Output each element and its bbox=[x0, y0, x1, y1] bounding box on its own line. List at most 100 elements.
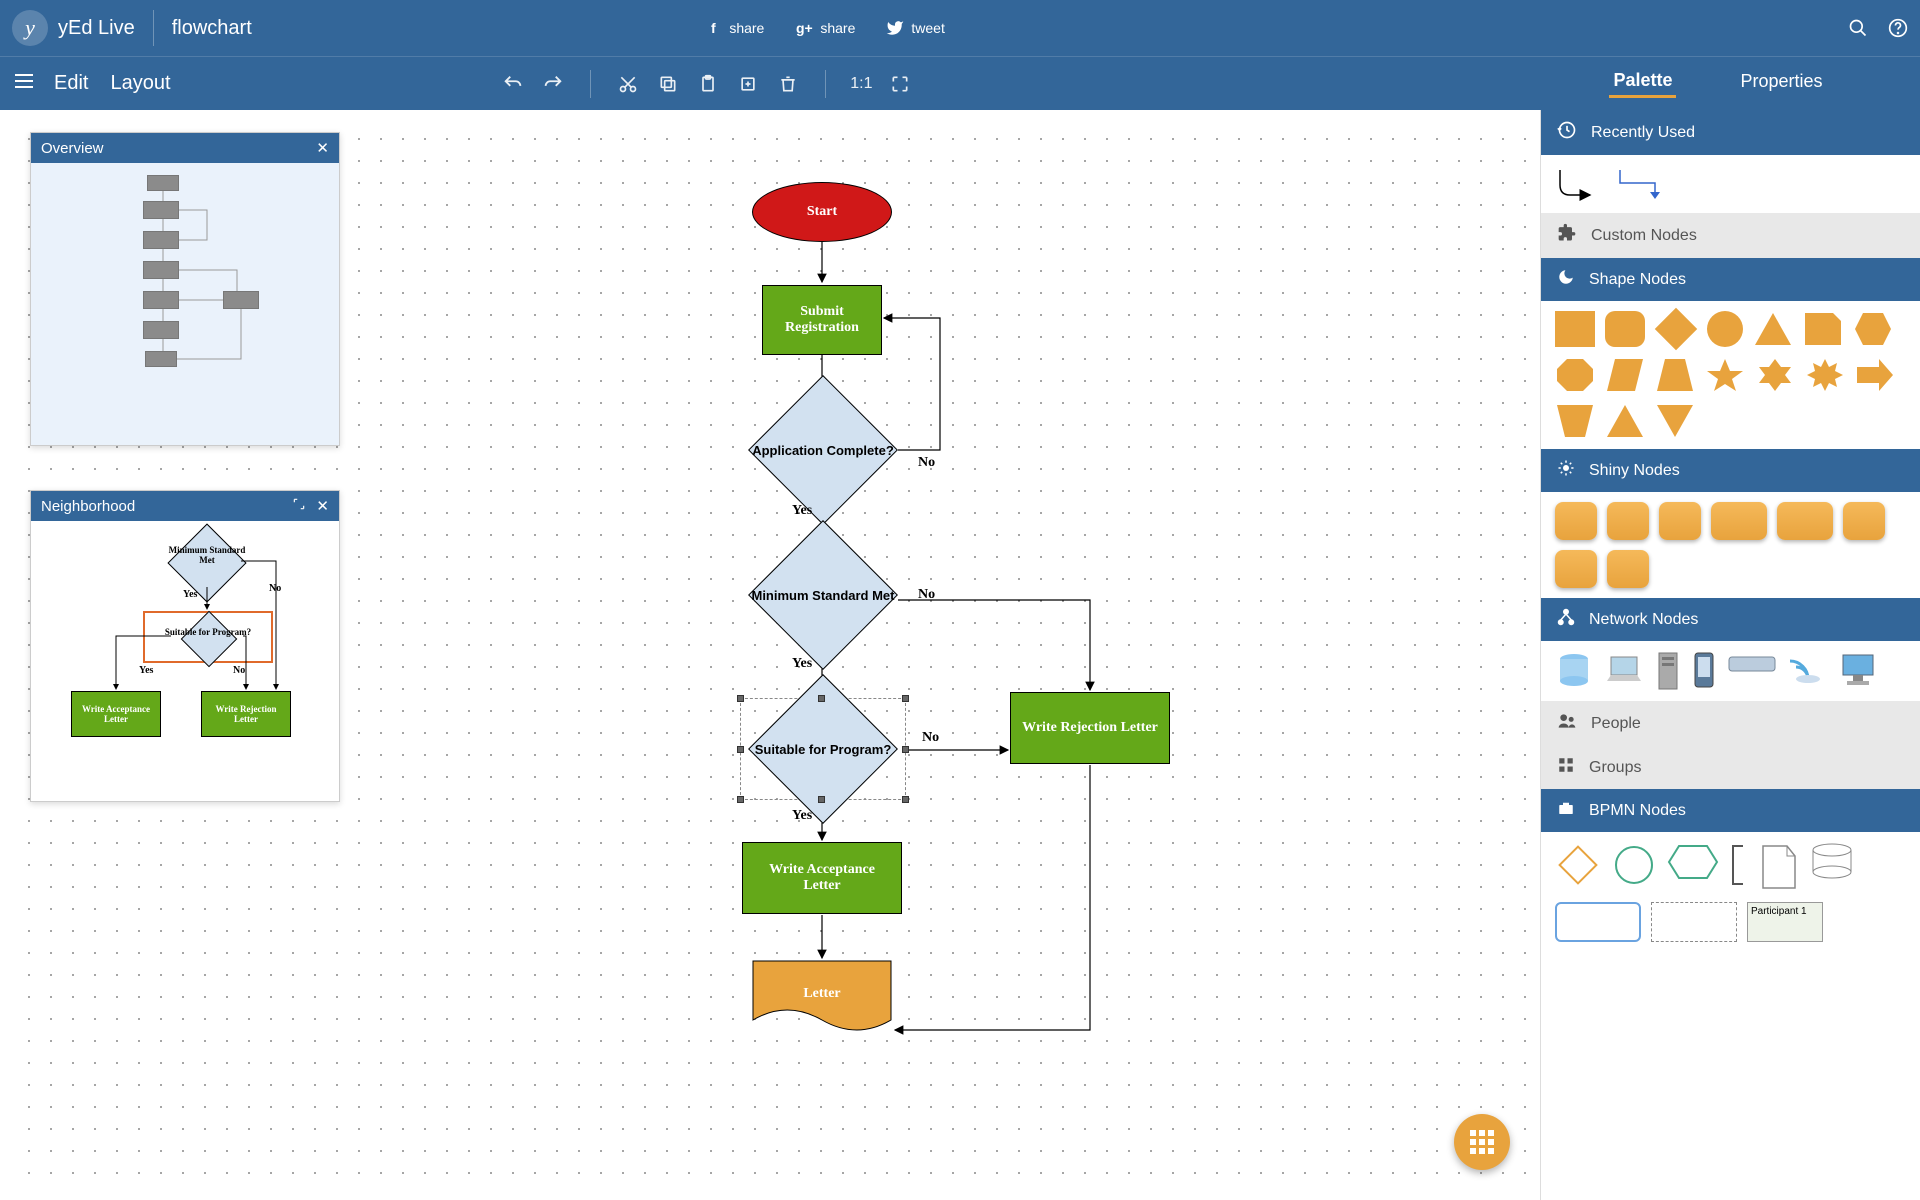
shape-triangle[interactable] bbox=[1753, 311, 1793, 347]
bpmn-datastore-icon[interactable] bbox=[1809, 842, 1855, 882]
neighborhood-body[interactable]: Minimum Standard Met Suitable for Progra… bbox=[31, 521, 339, 801]
shape-invtriangle[interactable] bbox=[1655, 403, 1695, 439]
shape-star8[interactable] bbox=[1805, 357, 1845, 393]
node-decision-complete[interactable]: Application Complete? bbox=[748, 405, 898, 495]
neighborhood-header[interactable]: Neighborhood ✕ bbox=[31, 491, 339, 521]
fullscreen-button[interactable] bbox=[887, 71, 913, 97]
shape-hexagon[interactable] bbox=[1853, 311, 1893, 347]
section-custom-nodes[interactable]: Custom Nodes bbox=[1541, 213, 1920, 258]
share-twitter-button[interactable]: tweet bbox=[885, 18, 944, 38]
edge-ortho-icon[interactable] bbox=[1615, 165, 1665, 203]
shape-triangle2[interactable] bbox=[1605, 403, 1645, 439]
menu-layout[interactable]: Layout bbox=[110, 72, 170, 95]
bpmn-gateway-icon[interactable] bbox=[1555, 842, 1601, 888]
section-recently-used[interactable]: Recently Used bbox=[1541, 110, 1920, 155]
shiny-3[interactable] bbox=[1659, 502, 1701, 540]
shiny-8[interactable] bbox=[1607, 550, 1649, 588]
menu-edit[interactable]: Edit bbox=[54, 72, 88, 95]
shape-octagon[interactable] bbox=[1555, 357, 1595, 393]
bpmn-participant-icon[interactable]: Participant 1 bbox=[1747, 902, 1823, 942]
shape-label[interactable] bbox=[1803, 311, 1843, 347]
shape-roundrect[interactable] bbox=[1605, 311, 1645, 347]
shape-trapezoid2[interactable] bbox=[1555, 403, 1595, 439]
label-yes-1: Yes bbox=[792, 503, 812, 519]
node-decision-suitable-selected[interactable]: Suitable for Program? bbox=[740, 698, 906, 800]
network-pc-icon[interactable] bbox=[1839, 651, 1877, 691]
label-no-1: No bbox=[918, 455, 935, 471]
shape-trapezoid[interactable] bbox=[1655, 357, 1695, 393]
network-wifi-icon[interactable] bbox=[1787, 651, 1829, 685]
shiny-4[interactable] bbox=[1711, 502, 1767, 540]
expand-icon[interactable] bbox=[292, 497, 306, 515]
duplicate-button[interactable] bbox=[735, 71, 761, 97]
close-icon[interactable]: ✕ bbox=[316, 139, 329, 157]
network-switch-icon[interactable] bbox=[1727, 651, 1777, 677]
file-name[interactable]: flowchart bbox=[154, 17, 252, 40]
network-server-icon[interactable] bbox=[1655, 651, 1681, 691]
bpmn-nodes-body[interactable]: Participant 1 bbox=[1541, 832, 1920, 952]
palette-sidebar: Recently Used Custom Nodes Shape Nodes bbox=[1540, 110, 1920, 1200]
network-laptop-icon[interactable] bbox=[1603, 651, 1645, 689]
node-start[interactable]: Start bbox=[752, 182, 892, 242]
node-accept[interactable]: Write Acceptance Letter bbox=[742, 842, 902, 914]
shape-rect[interactable] bbox=[1555, 311, 1595, 347]
close-icon[interactable]: ✕ bbox=[316, 497, 329, 515]
share-facebook-button[interactable]: fshare bbox=[703, 18, 764, 38]
shape-nodes-body[interactable] bbox=[1541, 301, 1920, 449]
canvas[interactable]: Overview ✕ bbox=[0, 110, 1540, 1200]
paste-button[interactable] bbox=[695, 71, 721, 97]
section-network-nodes[interactable]: Network Nodes bbox=[1541, 598, 1920, 641]
section-people[interactable]: People bbox=[1541, 701, 1920, 746]
shiny-nodes-body[interactable] bbox=[1541, 492, 1920, 598]
shiny-5[interactable] bbox=[1777, 502, 1833, 540]
people-icon bbox=[1557, 711, 1577, 736]
delete-button[interactable] bbox=[775, 71, 801, 97]
bpmn-annotation-icon[interactable] bbox=[1729, 842, 1749, 888]
shiny-2[interactable] bbox=[1607, 502, 1649, 540]
node-submit[interactable]: Submit Registration bbox=[762, 285, 882, 355]
overview-header[interactable]: Overview ✕ bbox=[31, 133, 339, 163]
node-decision-minstd[interactable]: Minimum Standard Met bbox=[748, 550, 898, 640]
recently-used-body[interactable] bbox=[1541, 155, 1920, 213]
help-icon[interactable] bbox=[1888, 18, 1908, 38]
section-groups[interactable]: Groups bbox=[1541, 746, 1920, 789]
node-reject[interactable]: Write Rejection Letter bbox=[1010, 692, 1170, 764]
shiny-1[interactable] bbox=[1555, 502, 1597, 540]
overview-body[interactable] bbox=[31, 163, 339, 445]
shape-star6[interactable] bbox=[1755, 357, 1795, 393]
moon-icon bbox=[1557, 268, 1575, 291]
fab-button[interactable] bbox=[1454, 1114, 1510, 1170]
section-shiny-nodes[interactable]: Shiny Nodes bbox=[1541, 449, 1920, 492]
network-database-icon[interactable] bbox=[1555, 651, 1593, 689]
tab-palette[interactable]: Palette bbox=[1609, 70, 1676, 98]
undo-button[interactable] bbox=[500, 71, 526, 97]
bpmn-pool-icon[interactable] bbox=[1555, 902, 1641, 942]
cut-button[interactable] bbox=[615, 71, 641, 97]
shape-star5[interactable] bbox=[1705, 357, 1745, 393]
network-nodes-body[interactable] bbox=[1541, 641, 1920, 701]
shape-fatarrow[interactable] bbox=[1855, 357, 1895, 393]
shape-parallelogram[interactable] bbox=[1605, 357, 1645, 393]
redo-button[interactable] bbox=[540, 71, 566, 97]
hamburger-menu-icon[interactable] bbox=[12, 69, 36, 98]
shape-ellipse[interactable] bbox=[1707, 311, 1743, 347]
app-header: y yEd Live flowchart fshare g+share twee… bbox=[0, 0, 1920, 56]
bpmn-group-icon[interactable] bbox=[1651, 902, 1737, 942]
network-phone-icon[interactable] bbox=[1691, 651, 1717, 691]
share-google-button[interactable]: g+share bbox=[794, 18, 855, 38]
bpmn-data-icon[interactable] bbox=[1759, 842, 1799, 892]
shiny-6[interactable] bbox=[1843, 502, 1885, 540]
search-icon[interactable] bbox=[1848, 18, 1868, 38]
edge-curved-icon[interactable] bbox=[1555, 165, 1605, 203]
shape-diamond[interactable] bbox=[1655, 308, 1697, 350]
history-icon bbox=[1557, 120, 1577, 145]
section-shape-nodes[interactable]: Shape Nodes bbox=[1541, 258, 1920, 301]
section-bpmn-nodes[interactable]: BPMN Nodes bbox=[1541, 789, 1920, 832]
bpmn-activity-icon[interactable] bbox=[1667, 842, 1719, 882]
tab-properties[interactable]: Properties bbox=[1736, 71, 1826, 96]
fit-ratio-button[interactable]: 1:1 bbox=[850, 71, 872, 97]
shiny-7[interactable] bbox=[1555, 550, 1597, 588]
bpmn-event-icon[interactable] bbox=[1611, 842, 1657, 888]
copy-button[interactable] bbox=[655, 71, 681, 97]
node-letter[interactable]: Letter bbox=[752, 960, 892, 1040]
